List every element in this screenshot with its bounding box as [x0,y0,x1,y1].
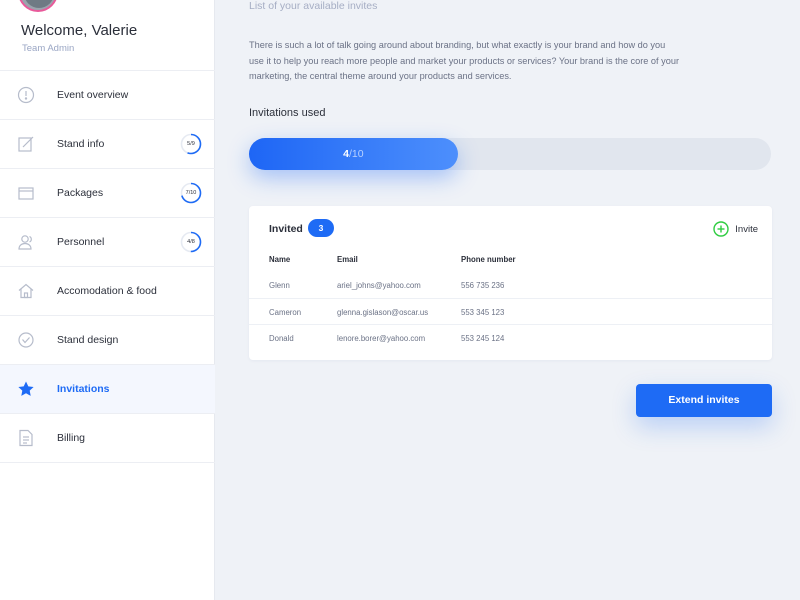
edit-icon [17,135,35,153]
cell-email: glenna.gislason@oscar.us [337,307,429,317]
invited-count-badge: 3 [308,219,334,237]
invitations-progress-fill: 4/10 [249,138,458,170]
sidebar-item-label: Packages [57,187,104,199]
progress-ring: 4/8 [180,231,202,253]
invitations-progress-text: 4/10 [343,148,363,160]
progress-ring: 5/9 [180,133,202,155]
sidebar-item-packages[interactable]: Packages 7/10 [0,169,215,218]
invited-card: Invited 3 Invite Name Email Phone number… [249,206,772,360]
home-icon [17,282,35,300]
table-row[interactable]: Donald lenore.borer@yahoo.com 553 245 12… [249,325,772,352]
invite-button[interactable]: Invite [713,220,758,238]
invitations-progress-bar: 4/10 [249,138,771,170]
progress-ring-text: 7/10 [185,190,197,196]
sidebar-item-label: Stand design [57,334,119,346]
add-circle-icon [713,221,729,237]
invited-title: Invited [269,223,303,235]
star-icon [17,380,35,398]
sidebar-item-billing[interactable]: Billing [0,414,215,463]
info-circle-icon [17,86,35,104]
invitations-used-label: Invitations used [249,107,326,119]
cell-phone: 553 245 124 [461,334,505,343]
cell-name: Cameron [269,307,302,317]
invitations-total-count: /10 [349,148,364,160]
progress-ring: 7/10 [180,182,202,204]
sidebar-item-stand-design[interactable]: Stand design [0,316,215,365]
column-header-name: Name [269,255,291,264]
sidebar-item-label: Stand info [57,138,105,150]
sidebar-item-label: Personnel [57,236,105,248]
user-role: Team Admin [22,43,75,54]
sidebar-item-invitations[interactable]: Invitations [0,365,215,414]
invited-table-body: Glenn ariel_johns@yahoo.com 556 735 236 … [249,272,772,352]
sidebar-item-personnel[interactable]: Personnel 4/8 [0,218,215,267]
cell-phone: 553 345 123 [461,307,505,317]
sidebar-item-label: Accomodation & food [57,285,157,297]
sidebar-item-label: Invitations [57,383,110,395]
progress-ring-text: 4/8 [187,239,195,245]
column-header-email: Email [337,255,358,264]
sidebar-item-stand-info[interactable]: Stand info 5/9 [0,120,215,169]
sidebar: Welcome, Valerie Team Admin Event overvi… [0,0,215,600]
page-description: There is such a lot of talk going around… [249,40,680,81]
table-row[interactable]: Glenn ariel_johns@yahoo.com 556 735 236 [249,272,772,299]
invite-label: Invite [735,223,758,235]
cell-phone: 556 735 236 [461,281,505,290]
cell-email: lenore.borer@yahoo.com [337,334,426,343]
package-icon [17,184,35,202]
document-icon [17,429,35,447]
sidebar-item-accomodation[interactable]: Accomodation & food [0,267,215,316]
progress-ring-text: 5/9 [187,141,195,147]
table-row[interactable]: Cameron glenna.gislason@oscar.us 553 345… [249,299,772,325]
sidebar-item-label: Billing [57,432,86,444]
cell-email: ariel_johns@yahoo.com [337,281,421,290]
sidebar-item-event-overview[interactable]: Event overview [0,71,215,120]
extend-invites-button[interactable]: Extend invites [636,384,772,417]
users-icon [17,233,35,251]
column-header-phone: Phone number [461,255,516,264]
main-content: List of your available invites There is … [215,0,800,600]
design-icon [17,331,35,349]
sidebar-nav: Event overview Stand info 5/9 Packages 7… [0,70,215,463]
cell-name: Donald [269,334,294,343]
page-subtitle: List of your available invites [249,0,378,12]
cell-name: Glenn [269,281,290,290]
avatar[interactable] [18,0,58,12]
sidebar-item-label: Event overview [57,89,129,101]
table-header: Name Email Phone number [269,255,772,267]
welcome-text: Welcome, Valerie [21,22,138,39]
